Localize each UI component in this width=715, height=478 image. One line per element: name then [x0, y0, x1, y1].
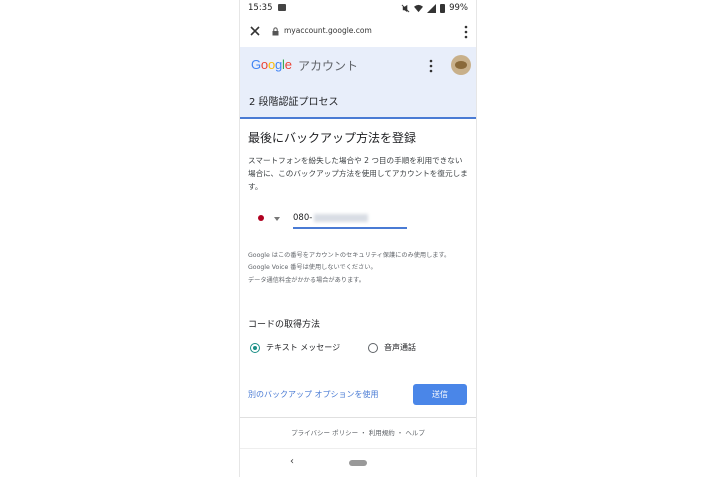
status-icons: 99%	[401, 3, 468, 13]
text-message-label[interactable]: テキスト メッセージ	[266, 342, 340, 353]
send-button[interactable]: 送信	[413, 384, 467, 405]
japan-flag-icon	[258, 215, 264, 221]
phone-input-underline	[293, 227, 407, 229]
back-icon[interactable]: ‹	[290, 456, 294, 467]
android-nav-bar: ‹	[240, 448, 476, 478]
page-title: 最後にバックアップ方法を登録	[248, 131, 417, 145]
url-text[interactable]: myaccount.google.com	[284, 26, 372, 35]
mute-icon	[401, 4, 410, 12]
google-logo: Google	[251, 57, 292, 72]
phone-screen: 15:35 99% myaccount.google.com Google アカ…	[239, 0, 477, 477]
signal-icon	[427, 3, 437, 13]
phone-number-redacted	[314, 214, 368, 222]
voice-call-label[interactable]: 音声通話	[384, 342, 416, 353]
phone-number-input[interactable]: 080-	[293, 213, 312, 223]
text-message-radio[interactable]	[250, 343, 260, 353]
status-bar: 15:35 99%	[240, 0, 476, 17]
browser-url-bar: myaccount.google.com	[240, 17, 476, 47]
wifi-icon	[414, 4, 424, 12]
footer-links[interactable]: プライバシー ポリシー ・ 利用規約 ・ ヘルプ	[240, 427, 476, 437]
description: スマートフォンを紛失した場合や 2 つ目の手順を利用できない場合に、このバックア…	[248, 156, 468, 191]
account-label: アカウント	[298, 59, 359, 73]
avatar[interactable]	[451, 55, 471, 75]
code-method-title: コードの取得方法	[248, 320, 321, 330]
country-dropdown-caret-icon[interactable]	[274, 217, 280, 221]
note-line: Google Voice 番号は使用しないでください。	[248, 264, 377, 272]
battery-icon	[440, 3, 446, 13]
voice-call-radio[interactable]	[368, 343, 378, 353]
phone-usage-note: Google はこの番号をアカウントのセキュリティ保護にのみ使用します。 Goo…	[248, 250, 474, 287]
card-divider	[240, 417, 476, 418]
battery-level: 99%	[449, 3, 468, 13]
alt-backup-link[interactable]: 別のバックアップ オプションを使用	[248, 389, 379, 400]
close-icon[interactable]	[248, 24, 262, 38]
lock-icon	[272, 27, 279, 36]
home-pill-icon[interactable]	[349, 460, 367, 466]
page-section-title: 2 段階認証プロセス	[249, 97, 339, 108]
phone-number-row: 080-	[248, 209, 470, 231]
note-line: Google はこの番号をアカウントのセキュリティ保護にのみ使用します。	[248, 252, 451, 259]
note-line: データ通信料金がかかる場合があります。	[248, 276, 365, 284]
more-options-icon[interactable]	[429, 59, 433, 73]
account-header: Google アカウント 2 段階認証プロセス	[240, 47, 476, 119]
header-divider	[240, 117, 476, 119]
browser-menu-icon[interactable]	[464, 25, 468, 39]
status-time: 15:35	[248, 3, 273, 13]
image-notification-icon	[278, 4, 286, 11]
